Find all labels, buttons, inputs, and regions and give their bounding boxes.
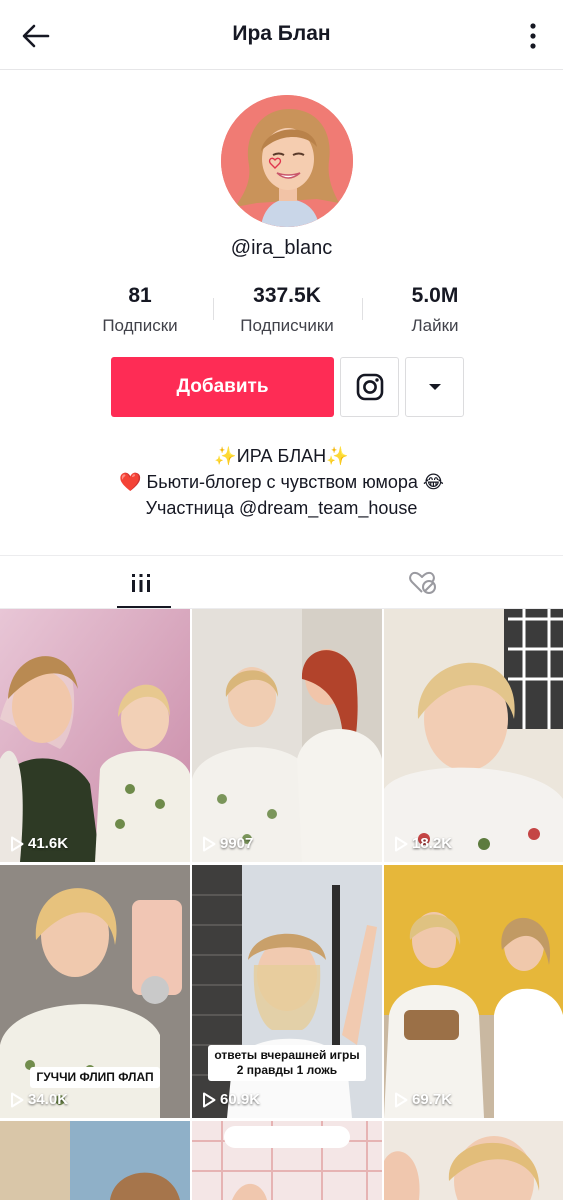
- suggested-accounts-dropdown[interactable]: [405, 357, 464, 417]
- video-thumbnail[interactable]: 41.6K: [0, 609, 190, 862]
- video-thumbnail-image: [384, 865, 563, 1118]
- video-thumbnail[interactable]: ответы вчерашней игры 2 правды 1 ложь 60…: [192, 865, 382, 1118]
- profile-tabs: [0, 555, 563, 609]
- video-thumbnail-image: [0, 1121, 190, 1200]
- video-thumbnail-image: [192, 609, 382, 862]
- vertical-ellipsis-icon: [530, 23, 536, 49]
- followers-label: Подписчики: [240, 316, 334, 335]
- following-label: Подписки: [102, 316, 178, 335]
- video-thumbnail[interactable]: 9907: [192, 609, 382, 862]
- profile-bio: ✨ИРА БЛАН✨ ❤️ Бьюти-блогер с чувством юм…: [0, 443, 563, 521]
- view-count-value: 18.2K: [412, 835, 453, 852]
- video-thumbnail[interactable]: 18.2K: [384, 609, 563, 862]
- video-caption: ответы вчерашней игры 2 правды 1 ложь: [192, 1045, 382, 1081]
- view-count: 41.6K: [10, 835, 68, 852]
- video-grid: 41.6K 9907 18.2K ГУЧЧИ ФЛИП ФЛАП 34.0K о…: [0, 609, 563, 1200]
- play-icon: [11, 836, 24, 851]
- profile-stats: 81 Подписки 337.5K Подписчики 5.0M Лайки: [0, 284, 563, 344]
- video-caption: ГУЧЧИ ФЛИП ФЛАП: [0, 1067, 190, 1088]
- view-count: 9907: [202, 835, 253, 852]
- play-icon: [395, 836, 408, 851]
- view-count-value: 69.7K: [412, 1091, 453, 1108]
- tab-liked[interactable]: [282, 556, 563, 609]
- likes-label: Лайки: [411, 316, 459, 335]
- view-count: 18.2K: [394, 835, 452, 852]
- video-thumbnail[interactable]: [0, 1121, 190, 1200]
- video-thumbnail-image: [0, 609, 190, 862]
- likes-stat: 5.0M Лайки: [360, 284, 510, 336]
- page-title: Ира Блан: [232, 22, 331, 45]
- view-count-value: 60.9K: [220, 1091, 261, 1108]
- view-count: 69.7K: [394, 1091, 452, 1108]
- avatar-image: [221, 95, 353, 227]
- following-stat[interactable]: 81 Подписки: [65, 284, 215, 336]
- play-icon: [203, 836, 216, 851]
- video-thumbnail[interactable]: 69.7K: [384, 865, 563, 1118]
- video-thumbnail[interactable]: [384, 1121, 563, 1200]
- view-count-value: 34.0K: [28, 1091, 69, 1108]
- instagram-button[interactable]: [340, 357, 399, 417]
- view-count-value: 9907: [220, 835, 254, 852]
- video-thumbnail-image: [384, 1121, 563, 1200]
- liked-hidden-icon: [408, 571, 436, 594]
- video-caption-text: ответы вчерашней игры 2 правды 1 ложь: [208, 1045, 366, 1081]
- play-icon: [395, 1092, 408, 1107]
- profile-handle: @ira_blanc: [230, 237, 333, 259]
- active-tab-indicator: [117, 606, 171, 608]
- top-bar: Ира Блан: [0, 0, 563, 70]
- instagram-icon: [356, 373, 383, 401]
- video-thumbnail[interactable]: ГУЧЧИ ФЛИП ФЛАП 34.0K: [0, 865, 190, 1118]
- video-thumbnail[interactable]: [192, 1121, 382, 1200]
- video-thumbnail-image: [192, 1121, 382, 1200]
- more-options-button[interactable]: [513, 14, 553, 58]
- view-count: 60.9K: [202, 1091, 260, 1108]
- tab-videos[interactable]: [0, 556, 281, 609]
- bio-line-name: ✨ИРА БЛАН✨: [214, 446, 349, 466]
- avatar[interactable]: [221, 95, 353, 227]
- follow-button[interactable]: Добавить: [111, 357, 334, 417]
- caret-down-icon: [428, 384, 441, 390]
- bio-line-description: ❤️ Бьюти-блогер с чувством юмора 😂: [119, 472, 444, 492]
- followers-count: 337.5K: [253, 284, 321, 307]
- bio-line-membership[interactable]: Участница @dream_team_house: [0, 495, 563, 521]
- video-thumbnail-image: [384, 609, 563, 862]
- video-caption-text: ГУЧЧИ ФЛИП ФЛАП: [30, 1067, 160, 1088]
- likes-count: 5.0M: [411, 284, 459, 307]
- following-count: 81: [128, 284, 152, 307]
- play-icon: [203, 1092, 216, 1107]
- play-icon: [11, 1092, 24, 1107]
- video-grid-icon: [131, 573, 150, 592]
- view-count: 34.0K: [10, 1091, 68, 1108]
- view-count-value: 41.6K: [28, 835, 69, 852]
- followers-stat[interactable]: 337.5K Подписчики: [212, 284, 362, 336]
